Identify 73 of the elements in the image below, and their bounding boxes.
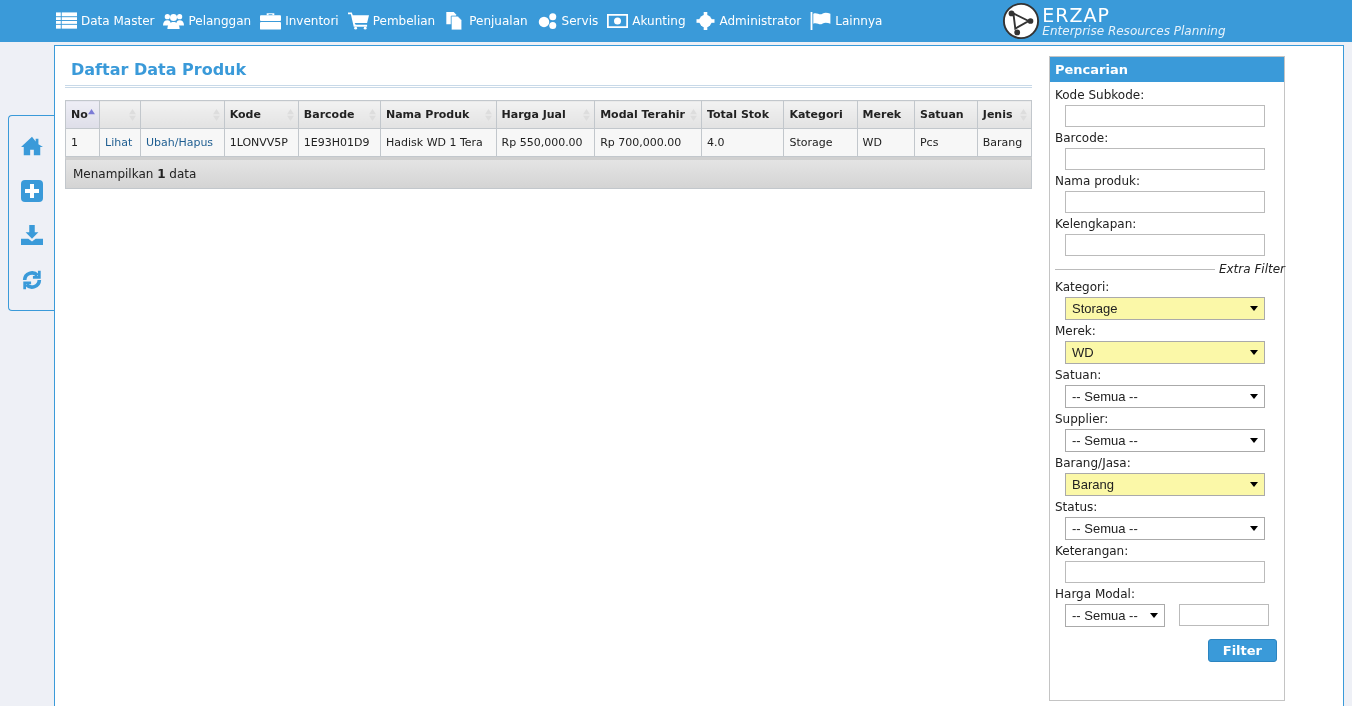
column-header[interactable]: Kategori xyxy=(783,100,858,129)
field-label: Kelengkapan: xyxy=(1055,217,1138,231)
field-label: Merek: xyxy=(1055,324,1097,338)
column-header[interactable]: Jenis xyxy=(977,100,1032,129)
briefcase-icon xyxy=(260,12,282,30)
table-cell: 1LONVV5P xyxy=(229,136,288,149)
column-header[interactable]: Nama Produk xyxy=(380,100,496,129)
record-count: Menampilkan 1 data xyxy=(73,167,197,181)
column-header[interactable]: Modal Terahir xyxy=(594,100,702,129)
column-header[interactable]: Satuan xyxy=(914,100,978,129)
input-field[interactable] xyxy=(1065,561,1265,583)
table-cell: Hadisk WD 1 Tera xyxy=(386,136,483,149)
field-label: Kode Subkode: xyxy=(1055,88,1146,102)
column-header[interactable] xyxy=(140,100,225,129)
home-icon[interactable] xyxy=(20,135,43,158)
field-label: Barcode: xyxy=(1055,131,1110,145)
caret-icon xyxy=(1150,613,1158,618)
extra-filter-label: Extra Filter xyxy=(1218,262,1285,276)
input-field[interactable] xyxy=(1065,105,1265,127)
table-cell: Pcs xyxy=(919,136,939,149)
caret-icon xyxy=(1250,526,1258,531)
search-panel-title: Pencarian xyxy=(1050,57,1284,82)
column-header[interactable] xyxy=(99,100,141,129)
input-field[interactable] xyxy=(1065,234,1265,256)
column-header[interactable]: Merek xyxy=(857,100,915,129)
input-field[interactable] xyxy=(1065,148,1265,170)
table-cell: 1 xyxy=(71,136,78,149)
page-title: Daftar Data Produk xyxy=(65,60,1032,88)
logo-icon xyxy=(1002,2,1041,40)
table-cell: WD xyxy=(862,136,882,149)
input-field[interactable] xyxy=(1065,191,1265,213)
banknote-icon xyxy=(607,12,629,30)
table-cell: Rp 700,000.00 xyxy=(600,136,682,149)
dropdown[interactable]: WD xyxy=(1065,341,1265,364)
caret-icon xyxy=(1250,350,1258,355)
column-header[interactable]: Total Stok xyxy=(701,100,784,129)
field-label: Supplier: xyxy=(1055,412,1110,426)
column-header[interactable]: No xyxy=(65,100,100,129)
table-cell: 1E93H01D9 xyxy=(303,136,370,149)
column-header[interactable]: Barcode xyxy=(298,100,381,129)
caret-icon xyxy=(1250,482,1258,487)
caret-icon xyxy=(1250,438,1258,443)
field-label: Status: xyxy=(1055,500,1099,514)
table-cell: Rp 550,000.00 xyxy=(501,136,583,149)
list-icon xyxy=(56,12,77,30)
field-label: Nama produk: xyxy=(1055,174,1142,188)
dropdown[interactable]: -- Semua -- xyxy=(1065,517,1265,540)
dropdown[interactable]: Barang xyxy=(1065,473,1265,496)
field-label: Barang/Jasa: xyxy=(1055,456,1132,470)
caret-icon xyxy=(1250,394,1258,399)
refresh-icon[interactable] xyxy=(20,268,43,291)
input-field[interactable] xyxy=(1179,604,1269,626)
caret-icon xyxy=(1250,306,1258,311)
column-header[interactable]: Harga Jual xyxy=(496,100,595,129)
flag-icon xyxy=(810,12,832,30)
table-cell: Barang xyxy=(982,136,1023,149)
table-cell: 4.0 xyxy=(707,136,725,149)
download-icon[interactable] xyxy=(20,224,43,247)
field-label: Harga Modal: xyxy=(1055,587,1136,601)
dropdown[interactable]: -- Semua -- xyxy=(1065,385,1265,408)
add-icon[interactable] xyxy=(20,179,43,202)
field-label: Satuan: xyxy=(1055,368,1103,382)
people-icon xyxy=(163,12,185,30)
cart-icon xyxy=(347,12,369,30)
field-label: Kategori: xyxy=(1055,280,1111,294)
table-cell: Storage xyxy=(789,136,833,149)
field-label: Keterangan: xyxy=(1055,544,1130,558)
logo-tagline: Enterprise Resources Planning xyxy=(1042,24,1226,37)
dropdown[interactable]: -- Semua -- xyxy=(1065,604,1165,627)
column-header[interactable]: Kode xyxy=(224,100,299,129)
dropdown[interactable]: Storage xyxy=(1065,297,1265,320)
logo-name: ERZAP xyxy=(1042,5,1112,25)
dropdown[interactable]: -- Semua -- xyxy=(1065,429,1265,452)
